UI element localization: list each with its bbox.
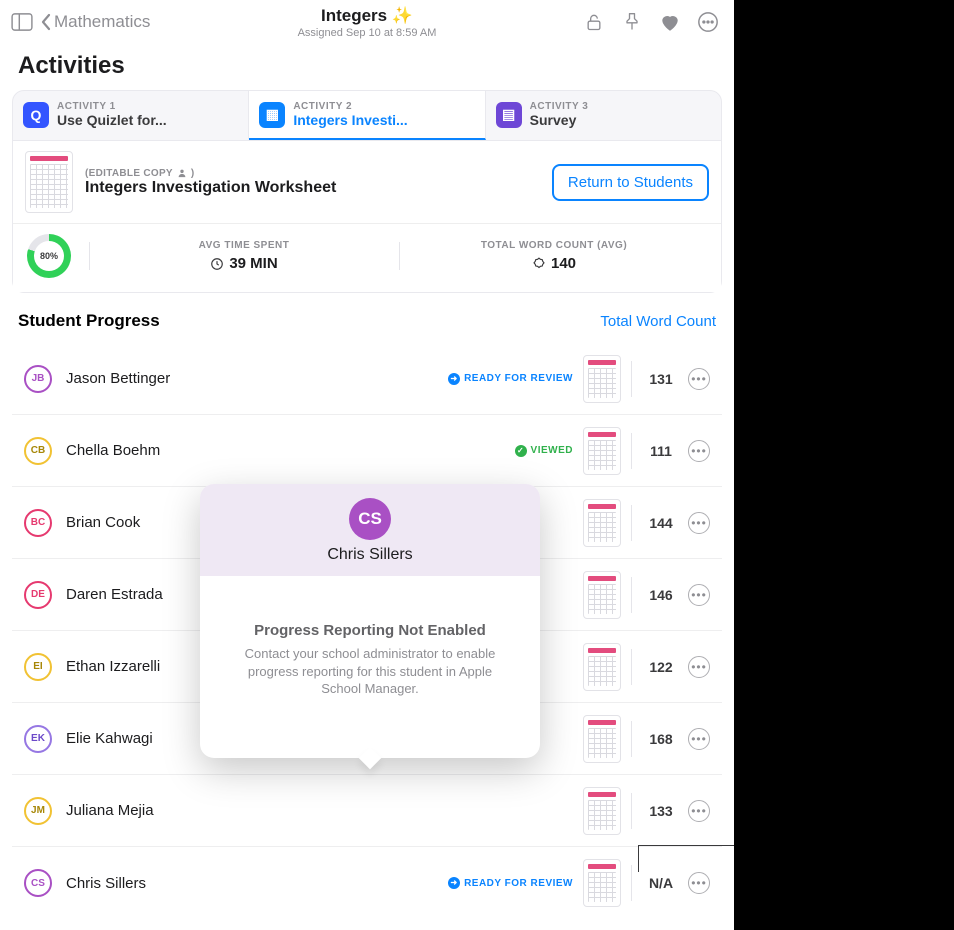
student-avatar: EK	[24, 725, 52, 753]
submission-thumbnail[interactable]	[583, 355, 621, 403]
sidebar-toggle-icon[interactable]	[8, 8, 36, 36]
chevron-left-icon	[40, 13, 52, 31]
word-count: 144	[642, 515, 680, 531]
activity-tab-1[interactable]: Q ACTIVITY 1 Use Quizlet for...	[13, 91, 249, 140]
divider	[631, 361, 632, 397]
row-more-button[interactable]: •••	[688, 584, 710, 606]
submission-thumbnail[interactable]	[583, 859, 621, 907]
activity-tab-3[interactable]: ▤ ACTIVITY 3 Survey	[486, 91, 721, 140]
student-row[interactable]: CB Chella Boehm ✓VIEWED 111 •••	[12, 415, 722, 487]
back-label: Mathematics	[54, 12, 150, 32]
progress-donut: 80%	[27, 234, 71, 278]
student-row[interactable]: CS Chris Sillers ➜READY FOR REVIEW N/A •…	[12, 847, 722, 919]
student-name: Chella Boehm	[66, 442, 515, 459]
assignment-subtitle: Assigned Sep 10 at 8:59 AM	[298, 27, 437, 39]
divider	[631, 721, 632, 757]
row-more-button[interactable]: •••	[688, 800, 710, 822]
popover-avatar: CS	[349, 498, 391, 540]
avg-time-value: 39 MIN	[97, 255, 391, 272]
divider	[631, 649, 632, 685]
row-more-button[interactable]: •••	[688, 872, 710, 894]
callout-line	[638, 845, 734, 846]
total-word-count-link[interactable]: Total Word Count	[600, 313, 716, 330]
status-viewed: ✓VIEWED	[515, 445, 573, 457]
divider	[631, 577, 632, 613]
student-avatar: DE	[24, 581, 52, 609]
word-count: 111	[642, 443, 680, 459]
activity-title: Integers Investi...	[293, 112, 407, 128]
worksheet-thumbnail[interactable]	[25, 151, 73, 213]
student-avatar: JM	[24, 797, 52, 825]
student-name: Jason Bettinger	[66, 370, 448, 387]
row-more-button[interactable]: •••	[688, 512, 710, 534]
activity-number: ACTIVITY 1	[57, 101, 167, 112]
student-avatar: JB	[24, 365, 52, 393]
clock-icon	[210, 257, 224, 271]
divider	[631, 865, 632, 901]
popover-name: Chris Sillers	[212, 546, 528, 564]
activity-title: Use Quizlet for...	[57, 112, 167, 128]
divider	[631, 793, 632, 829]
assignment-title: Integers ✨	[298, 6, 437, 26]
badge-icon	[532, 257, 546, 271]
row-more-button[interactable]: •••	[688, 728, 710, 750]
activity-number: ACTIVITY 2	[293, 101, 407, 112]
word-count: 146	[642, 587, 680, 603]
back-button[interactable]: Mathematics	[40, 12, 150, 32]
submission-thumbnail[interactable]	[583, 427, 621, 475]
editable-copy-label: (EDITABLE COPY )	[85, 168, 540, 179]
status-ready-for-review: ➜READY FOR REVIEW	[448, 877, 573, 889]
student-progress-heading: Student Progress	[18, 311, 160, 331]
row-more-button[interactable]: •••	[688, 368, 710, 390]
student-name: Juliana Mejia	[66, 802, 583, 819]
student-popover: CS Chris Sillers Progress Reporting Not …	[200, 484, 540, 758]
favorite-icon[interactable]	[656, 8, 684, 36]
activity-tab-2[interactable]: ▦ ACTIVITY 2 Integers Investi...	[249, 91, 485, 140]
activity-icon: ▦	[259, 102, 285, 128]
wordcount-label: TOTAL WORD COUNT (AVG)	[407, 240, 701, 251]
activity-title: Survey	[530, 112, 589, 128]
submission-thumbnail[interactable]	[583, 499, 621, 547]
activity-number: ACTIVITY 3	[530, 101, 589, 112]
student-avatar: EI	[24, 653, 52, 681]
worksheet-title: Integers Investigation Worksheet	[85, 179, 540, 197]
return-to-students-button[interactable]: Return to Students	[552, 164, 709, 201]
pin-icon[interactable]	[618, 8, 646, 36]
submission-thumbnail[interactable]	[583, 571, 621, 619]
student-row[interactable]: JM Juliana Mejia 133 •••	[12, 775, 722, 847]
word-count: 168	[642, 731, 680, 747]
divider	[631, 505, 632, 541]
more-icon[interactable]	[694, 8, 722, 36]
submission-thumbnail[interactable]	[583, 787, 621, 835]
activities-panel: Q ACTIVITY 1 Use Quizlet for... ▦ ACTIVI…	[12, 90, 722, 293]
row-more-button[interactable]: •••	[688, 656, 710, 678]
status-ready-for-review: ➜READY FOR REVIEW	[448, 373, 573, 385]
activities-heading: Activities	[0, 44, 734, 84]
student-avatar: BC	[24, 509, 52, 537]
word-count: 122	[642, 659, 680, 675]
word-count: N/A	[642, 875, 680, 891]
row-more-button[interactable]: •••	[688, 440, 710, 462]
wordcount-value: 140	[407, 255, 701, 272]
divider	[631, 433, 632, 469]
page-title-area: Integers ✨ Assigned Sep 10 at 8:59 AM	[298, 6, 437, 39]
lock-icon[interactable]	[580, 8, 608, 36]
submission-thumbnail[interactable]	[583, 643, 621, 691]
avg-time-label: AVG TIME SPENT	[97, 240, 391, 251]
student-avatar: CS	[24, 869, 52, 897]
progress-percent: 80%	[34, 241, 64, 271]
popover-text: Contact your school administrator to ena…	[228, 645, 512, 698]
word-count: 133	[642, 803, 680, 819]
activity-icon: ▤	[496, 102, 522, 128]
submission-thumbnail[interactable]	[583, 715, 621, 763]
word-count: 131	[642, 371, 680, 387]
student-avatar: CB	[24, 437, 52, 465]
popover-title: Progress Reporting Not Enabled	[228, 622, 512, 639]
student-name: Chris Sillers	[66, 875, 448, 892]
student-row[interactable]: JB Jason Bettinger ➜READY FOR REVIEW 131…	[12, 343, 722, 415]
activity-icon: Q	[23, 102, 49, 128]
